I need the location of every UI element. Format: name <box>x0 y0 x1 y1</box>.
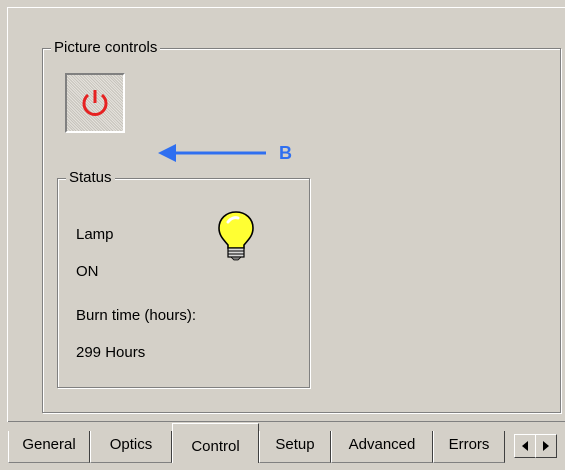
light-bulb-icon <box>218 211 254 261</box>
tab-strip: General Optics Control Setup Advanced Er… <box>8 423 565 463</box>
tab-scroll-right-button[interactable] <box>535 434 557 458</box>
tab-optics[interactable]: Optics <box>90 431 172 463</box>
status-group: Status Lamp ON Burn time (hours): 299 Ho… <box>57 169 310 388</box>
lamp-state: ON <box>76 263 99 280</box>
picture-controls-title: Picture controls <box>51 39 161 57</box>
left-arrow-icon <box>522 441 528 451</box>
tab-content-frame: Picture controls B Status Lamp ON Burn t <box>7 7 565 422</box>
picture-controls-group: Picture controls B Status Lamp ON Burn t <box>42 39 561 413</box>
tab-errors[interactable]: Errors <box>433 431 505 463</box>
tab-general[interactable]: General <box>8 431 90 463</box>
annotation-label: B <box>279 143 292 163</box>
lamp-label: Lamp <box>76 226 114 243</box>
tab-scroll-left-button[interactable] <box>514 434 536 458</box>
burn-time-value: 299 Hours <box>76 344 146 361</box>
tab-control[interactable]: Control <box>172 423 259 463</box>
burn-time-label: Burn time (hours): <box>76 307 197 324</box>
control-tab-panel: Picture controls B Status Lamp ON Burn t <box>0 0 565 463</box>
right-arrow-icon <box>543 441 549 451</box>
power-button[interactable] <box>65 73 125 133</box>
tab-advanced[interactable]: Advanced <box>331 431 433 463</box>
annotation-arrow-icon <box>158 144 266 162</box>
status-title: Status <box>66 169 115 187</box>
power-icon <box>78 86 112 120</box>
tab-setup[interactable]: Setup <box>259 431 331 463</box>
